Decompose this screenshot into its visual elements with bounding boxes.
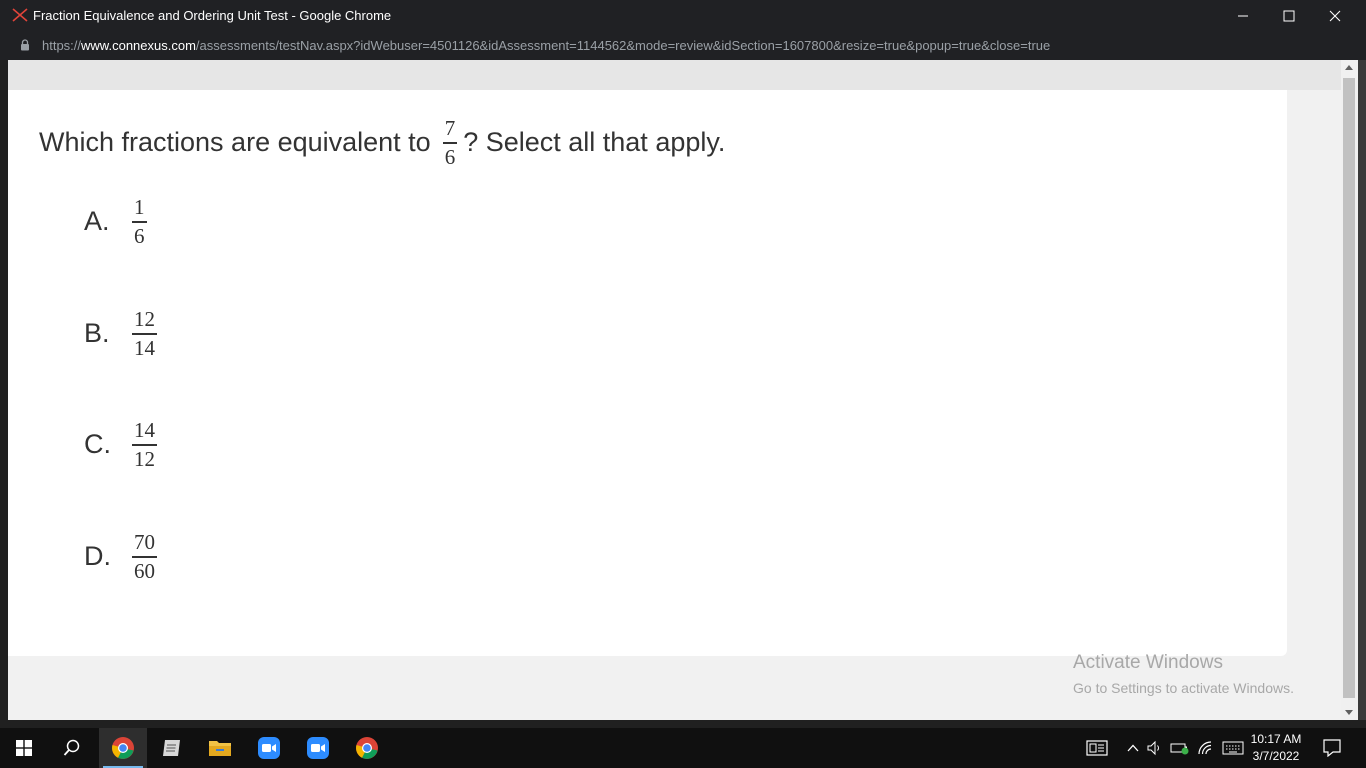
option-letter: C. — [84, 429, 111, 460]
network-button[interactable] — [1196, 738, 1216, 758]
chrome-icon — [356, 737, 378, 759]
watermark-subtitle: Go to Settings to activate Windows. — [1073, 680, 1294, 696]
fraction-numerator: 1 — [134, 195, 145, 219]
option-fraction: 1 6 — [132, 197, 147, 247]
url-path: /assessments/testNav.aspx?idWebuser=4501… — [195, 38, 1051, 53]
taskbar-zoom-1[interactable] — [245, 728, 293, 768]
desktop-edge — [1358, 60, 1366, 720]
minimize-button[interactable] — [1220, 0, 1266, 31]
clock-date: 3/7/2022 — [1252, 749, 1300, 763]
scroll-up-arrow-icon[interactable] — [1345, 65, 1353, 70]
minimize-icon — [1238, 15, 1248, 16]
action-center-button[interactable] — [1322, 738, 1342, 758]
fraction-bar — [132, 444, 157, 446]
option-fraction: 12 14 — [132, 309, 157, 359]
speaker-icon — [1147, 740, 1159, 756]
battery-button[interactable] — [1170, 738, 1190, 758]
taskbar-zoom-2[interactable] — [294, 728, 342, 768]
page-header-strip — [8, 60, 1341, 90]
option-letter: D. — [84, 541, 111, 572]
activate-windows-watermark: Activate Windows Go to Settings to activ… — [1073, 652, 1294, 696]
input-method-button[interactable] — [1221, 738, 1245, 758]
fraction-denominator: 60 — [134, 558, 155, 583]
question-text-after: ? Select all that apply. — [463, 127, 726, 158]
question-prompt: Which fractions are equivalent to 7 6 ? … — [39, 118, 725, 168]
scrollbar-thumb[interactable] — [1343, 78, 1355, 698]
maximize-button[interactable] — [1266, 0, 1312, 31]
fraction-bar — [442, 142, 458, 144]
fraction-denominator: 6 — [444, 144, 456, 169]
news-widget-button[interactable] — [1086, 738, 1108, 758]
notepad-icon — [163, 740, 180, 756]
file-explorer-icon — [209, 741, 231, 756]
vertical-scrollbar[interactable] — [1341, 60, 1358, 720]
show-hidden-icons-button[interactable] — [1123, 738, 1143, 758]
wifi-icon — [1198, 741, 1212, 755]
option-letter: B. — [84, 318, 110, 349]
fraction-bar — [132, 221, 147, 223]
watermark-title: Activate Windows — [1073, 652, 1223, 673]
fraction-bar — [132, 333, 157, 335]
battery-charging-icon — [1170, 743, 1189, 755]
scroll-down-arrow-icon[interactable] — [1345, 710, 1353, 715]
volume-button[interactable] — [1145, 738, 1165, 758]
fraction-denominator: 14 — [134, 335, 155, 360]
fraction-denominator: 6 — [134, 223, 145, 248]
window-titlebar: Fraction Equivalence and Ordering Unit T… — [0, 0, 1366, 31]
chrome-icon — [112, 737, 134, 759]
close-button[interactable] — [1312, 0, 1358, 31]
option-a[interactable]: A. 1 6 — [84, 197, 147, 247]
fraction-denominator: 12 — [134, 446, 155, 471]
window-title: Fraction Equivalence and Ordering Unit T… — [33, 8, 392, 23]
search-icon — [63, 739, 80, 756]
fraction-bar — [132, 556, 157, 558]
url-domain: www.connexus.com — [81, 38, 196, 53]
zoom-icon — [258, 737, 280, 759]
option-letter: A. — [84, 206, 110, 237]
connexus-logo-icon — [12, 8, 28, 22]
keyboard-icon — [1222, 741, 1244, 755]
taskbar-file-explorer[interactable] — [196, 728, 244, 768]
taskbar-chrome-active[interactable] — [99, 728, 147, 768]
windows-logo-icon — [16, 740, 32, 756]
address-bar[interactable]: https://www.connexus.com/assessments/tes… — [0, 31, 1366, 60]
taskbar-notepad[interactable] — [148, 728, 196, 768]
question-fraction: 7 6 — [442, 116, 458, 169]
news-icon — [1086, 740, 1108, 756]
start-button[interactable] — [0, 728, 48, 768]
notification-icon — [1323, 739, 1341, 757]
fraction-numerator: 7 — [444, 116, 456, 140]
zoom-icon — [307, 737, 329, 759]
url-text[interactable]: https://www.connexus.com/assessments/tes… — [42, 38, 1050, 53]
taskbar-chrome-2[interactable] — [343, 728, 391, 768]
option-d[interactable]: D. 70 60 — [84, 532, 157, 582]
option-b[interactable]: B. 12 14 — [84, 309, 157, 359]
option-fraction: 14 12 — [132, 420, 157, 470]
chevron-up-icon — [1127, 744, 1139, 752]
url-prefix: https:// — [42, 38, 82, 53]
fraction-numerator: 14 — [134, 418, 155, 442]
search-button[interactable] — [48, 728, 96, 768]
lock-icon — [21, 39, 29, 51]
taskbar-clock[interactable]: 10:17 AM 3/7/2022 — [1246, 731, 1306, 765]
close-icon — [1329, 10, 1341, 21]
option-fraction: 70 60 — [132, 532, 157, 582]
windows-taskbar: 10:17 AM 3/7/2022 — [0, 728, 1366, 768]
option-c[interactable]: C. 14 12 — [84, 420, 157, 470]
fraction-numerator: 70 — [134, 530, 155, 554]
question-text-before: Which fractions are equivalent to — [39, 127, 431, 158]
clock-time: 10:17 AM — [1250, 732, 1302, 746]
fraction-numerator: 12 — [134, 307, 155, 331]
question-card: Which fractions are equivalent to 7 6 ? … — [8, 90, 1287, 656]
page-viewport: Which fractions are equivalent to 7 6 ? … — [8, 60, 1341, 720]
maximize-icon — [1283, 10, 1295, 21]
